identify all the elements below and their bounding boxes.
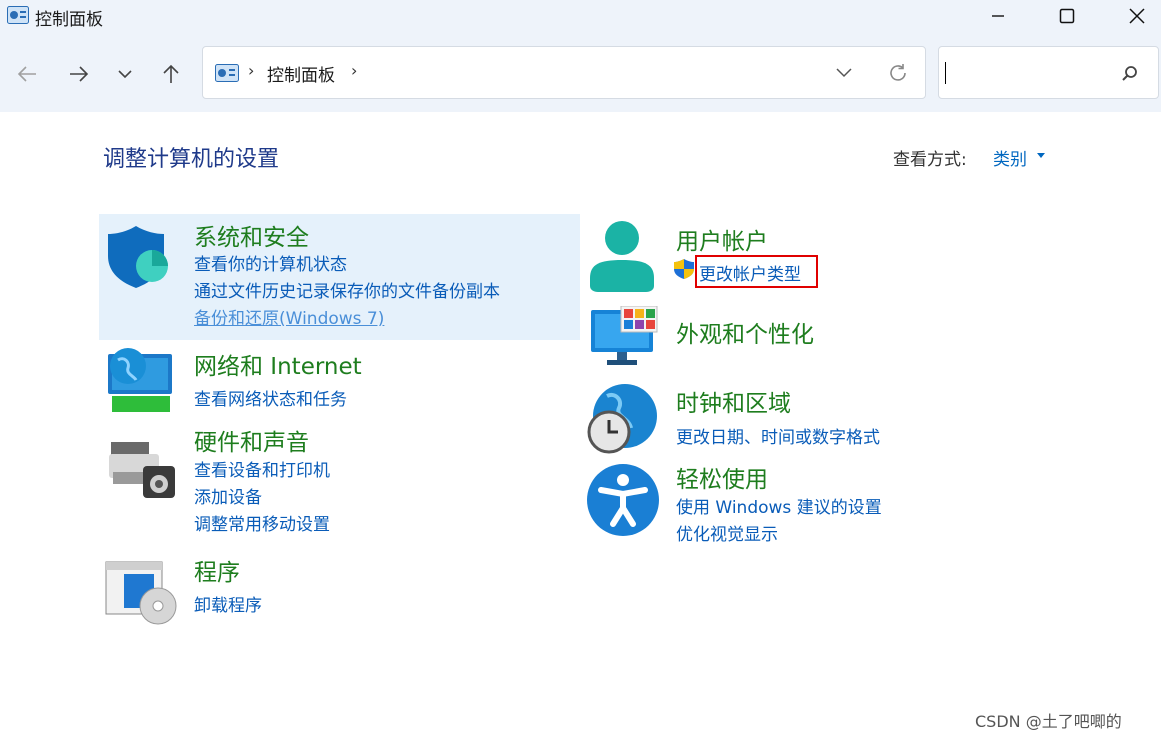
minimize-button[interactable] (963, 0, 1033, 32)
arrow-left-icon (17, 66, 36, 82)
control-panel-icon (7, 6, 29, 24)
breadcrumb-separator-icon: › (248, 61, 255, 80)
recent-locations-button[interactable] (112, 61, 138, 87)
up-button[interactable] (158, 61, 184, 87)
network-globe-icon[interactable] (106, 346, 176, 414)
minimize-icon (992, 15, 1004, 17)
navigation-toolbar: › 控制面板 › (0, 36, 1161, 112)
close-icon (1129, 8, 1145, 24)
monitor-personalization-icon[interactable] (589, 306, 659, 368)
annotation-highlight-box (695, 255, 818, 288)
dropdown-arrow-icon[interactable] (1037, 153, 1045, 158)
refresh-icon[interactable] (887, 62, 909, 84)
category-title-system-security[interactable]: 系统和安全 (194, 218, 309, 252)
window-title: 控制面板 (35, 10, 103, 30)
category-title-programs[interactable]: 程序 (194, 553, 240, 587)
breadcrumb[interactable]: 控制面板 (267, 61, 335, 86)
category-title-appearance[interactable]: 外观和个性化 (676, 315, 814, 349)
maximize-button[interactable] (1032, 0, 1102, 32)
link-optimize-visual-display[interactable]: 优化视觉显示 (676, 520, 778, 545)
view-by-label: 查看方式: (893, 150, 967, 170)
shield-icon[interactable] (106, 224, 174, 290)
link-network-status[interactable]: 查看网络状态和任务 (194, 385, 347, 410)
link-view-computer-status[interactable]: 查看你的计算机状态 (194, 250, 347, 275)
search-icon[interactable] (1121, 65, 1139, 83)
accessibility-icon[interactable] (585, 462, 661, 538)
text-caret (945, 62, 946, 84)
uac-shield-icon (674, 259, 694, 279)
search-input[interactable] (949, 59, 1109, 87)
category-title-network-internet[interactable]: 网络和 Internet (194, 347, 362, 381)
printer-speaker-icon[interactable] (107, 440, 177, 500)
link-add-device[interactable]: 添加设备 (194, 483, 262, 508)
forward-button[interactable] (66, 61, 92, 87)
category-title-ease-of-access[interactable]: 轻松使用 (676, 460, 768, 494)
arrow-right-icon (70, 66, 89, 82)
category-title-hardware-sound[interactable]: 硬件和声音 (194, 423, 309, 457)
chevron-down-icon (118, 70, 132, 79)
address-bar[interactable]: › 控制面板 › (202, 46, 926, 99)
link-recommended-settings[interactable]: 使用 Windows 建议的设置 (676, 493, 882, 518)
category-title-user-accounts[interactable]: 用户帐户 (676, 222, 768, 256)
back-button[interactable] (14, 61, 40, 87)
clock-globe-icon[interactable] (585, 382, 661, 458)
view-by-dropdown[interactable]: 类别 (993, 145, 1027, 170)
link-mobility-settings[interactable]: 调整常用移动设置 (194, 510, 330, 535)
programs-disc-icon[interactable] (104, 560, 178, 626)
maximize-icon (1059, 8, 1075, 24)
title-bar: 控制面板 (0, 0, 1161, 36)
user-account-icon[interactable] (588, 220, 656, 294)
link-change-date-time-format[interactable]: 更改日期、时间或数字格式 (676, 423, 880, 448)
search-box[interactable] (938, 46, 1159, 99)
watermark: CSDN @土了吧唧的 (975, 712, 1122, 731)
link-file-history-backup[interactable]: 通过文件历史记录保存你的文件备份副本 (194, 277, 500, 302)
category-title-clock-region[interactable]: 时钟和区域 (676, 384, 791, 418)
breadcrumb-separator-icon[interactable]: › (351, 61, 357, 80)
close-button[interactable] (1102, 0, 1161, 32)
control-panel-icon (215, 64, 239, 82)
arrow-up-icon (163, 64, 179, 83)
page-title: 调整计算机的设置 (103, 147, 280, 172)
link-uninstall-program[interactable]: 卸载程序 (194, 591, 262, 616)
link-backup-restore[interactable]: 备份和还原(Windows 7) (194, 304, 384, 329)
link-devices-printers[interactable]: 查看设备和打印机 (194, 456, 330, 481)
chevron-down-icon[interactable] (835, 65, 853, 81)
